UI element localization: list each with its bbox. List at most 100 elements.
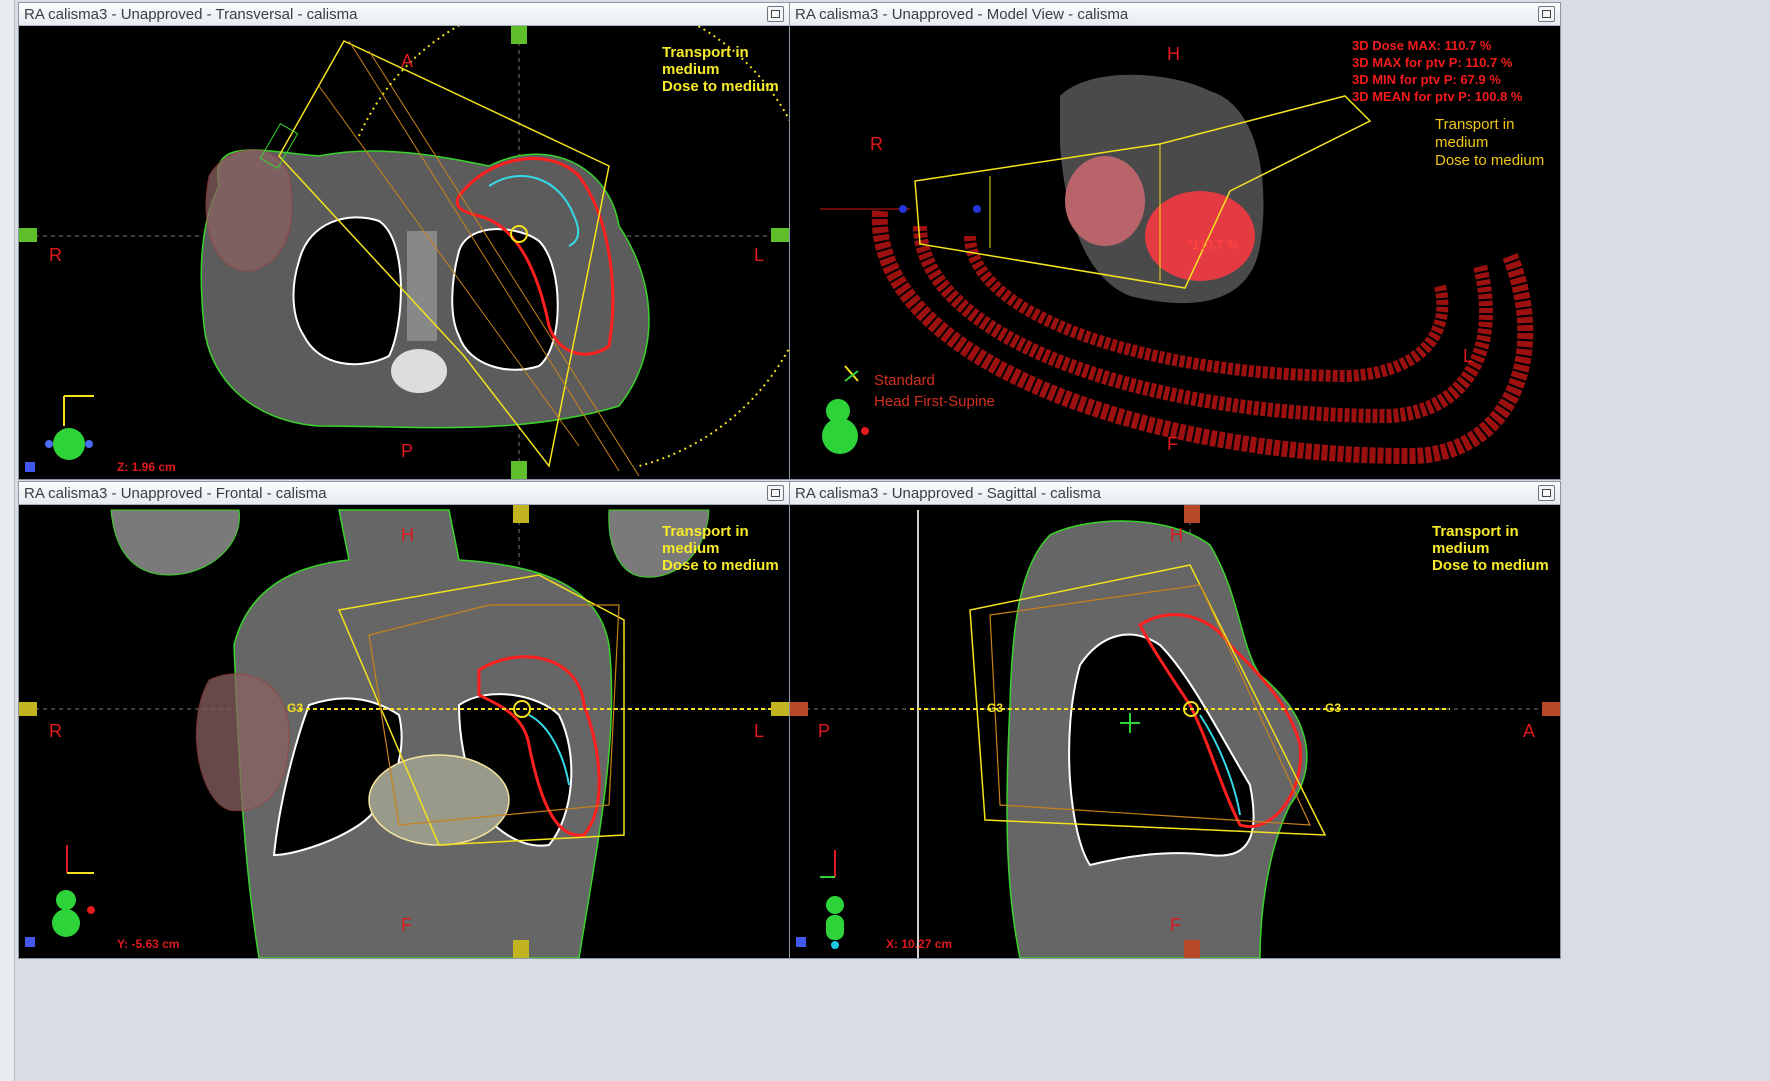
dose-line-1: 3D Dose MAX: 110.7 % xyxy=(1352,38,1492,53)
transversal-pane[interactable]: RA calisma3 - Unapproved - Transversal -… xyxy=(18,2,790,480)
orientation-body xyxy=(826,915,844,940)
dose-calc-info: Transport in medium Dose to medium xyxy=(662,523,779,574)
transversal-maximize-button[interactable] xyxy=(767,6,784,22)
model-view-title: RA calisma3 - Unapproved - Model View - … xyxy=(795,6,1129,23)
info-line-2: medium xyxy=(1432,540,1490,557)
info-line-1: Transport in xyxy=(1432,523,1519,540)
right-breast xyxy=(205,149,293,272)
left-edge-marker[interactable] xyxy=(19,702,37,716)
dose-statistics: 3D Dose MAX: 110.7 % 3D MAX for ptv P: 1… xyxy=(1352,37,1523,105)
slice-coordinate: X: 10.27 cm xyxy=(886,937,953,951)
info-line-2: medium xyxy=(662,61,720,78)
right-edge-marker[interactable] xyxy=(1542,702,1560,716)
orientation-head xyxy=(826,896,844,914)
right-edge-marker[interactable] xyxy=(771,702,789,716)
orientation-line-1: Standard xyxy=(874,372,935,389)
dose-line-4: 3D MEAN for ptv P: 100.8 % xyxy=(1352,89,1523,104)
direction-label-bottom: F xyxy=(401,915,412,935)
left-edge-marker[interactable] xyxy=(19,228,37,242)
info-line-1: Transport in xyxy=(662,523,749,540)
slice-coordinate: Y: -5.63 cm xyxy=(117,937,180,951)
source-point-2 xyxy=(973,205,981,213)
bottom-edge-marker[interactable] xyxy=(511,461,527,479)
transversal-viewport[interactable]: A P R L Z: 1.96 cm Transport in medium Dos… xyxy=(19,26,789,479)
direction-label-left: R xyxy=(870,134,883,154)
model-view-viewport[interactable]: H R L F *110.7 % 3D Dose MAX: 110.7 % 3D… xyxy=(790,26,1560,479)
mediastinum xyxy=(407,231,437,341)
source-point-1 xyxy=(899,205,907,213)
orientation-hand xyxy=(87,906,95,914)
transversal-title: RA calisma3 - Unapproved - Transversal -… xyxy=(24,6,358,23)
frontal-viewport[interactable]: H F R L G3 Y: -5.63 cm Transport in mediu… xyxy=(19,505,789,958)
bottom-edge-marker[interactable] xyxy=(513,940,529,958)
orientation-head xyxy=(56,890,76,910)
model-view-maximize-button[interactable] xyxy=(1538,6,1555,22)
max-dose-marker: *110.7 % xyxy=(1187,237,1240,252)
right-lung xyxy=(292,216,402,366)
view-option-icon[interactable] xyxy=(25,937,35,947)
sagittal-pane[interactable]: RA calisma3 - Unapproved - Sagittal - ca… xyxy=(789,481,1561,959)
orientation-hand-left xyxy=(45,440,53,448)
dose-calc-info: Transport in medium Dose to medium xyxy=(1435,116,1544,170)
patient-orientation: Standard Head First-Supine xyxy=(874,370,995,412)
direction-label-bottom: P xyxy=(401,441,414,461)
sagittal-maximize-button[interactable] xyxy=(1538,485,1555,501)
direction-label-top: A xyxy=(401,51,414,71)
model-view-pane[interactable]: RA calisma3 - Unapproved - Model View - … xyxy=(789,2,1561,480)
info-line-3: Dose to medium xyxy=(1432,557,1549,574)
frontal-maximize-button[interactable] xyxy=(767,485,784,501)
view-option-icon[interactable] xyxy=(796,937,806,947)
vertebra xyxy=(391,349,447,393)
orientation-body xyxy=(52,909,80,937)
direction-label-bottom: F xyxy=(1170,915,1181,935)
info-line-2: medium xyxy=(1435,134,1489,151)
direction-label-top: H xyxy=(1167,44,1180,64)
direction-label-top: H xyxy=(401,525,414,545)
direction-label-right: A xyxy=(1523,721,1536,741)
direction-label-top: H xyxy=(1170,525,1183,545)
info-line-2: medium xyxy=(662,540,720,557)
orientation-foot xyxy=(831,941,839,949)
frontal-titlebar: RA calisma3 - Unapproved - Frontal - cal… xyxy=(19,482,789,505)
dose-calc-info: Transport in medium Dose to medium xyxy=(1432,523,1549,574)
orientation-figure xyxy=(53,428,85,460)
info-line-1: Transport in xyxy=(662,44,749,61)
direction-label-right: L xyxy=(1463,346,1474,366)
sagittal-titlebar: RA calisma3 - Unapproved - Sagittal - ca… xyxy=(790,482,1560,505)
dose-line-2: 3D MAX for ptv P: 110.7 % xyxy=(1352,55,1513,70)
right-edge-marker[interactable] xyxy=(771,228,789,242)
sagittal-viewport[interactable]: H F P A G3 G3 X: 10.27 cm Transport in me… xyxy=(790,505,1560,958)
orientation-body xyxy=(822,418,858,454)
model-view-titlebar: RA calisma3 - Unapproved - Model View - … xyxy=(790,3,1560,26)
left-edge-marker[interactable] xyxy=(790,702,808,716)
left-window-edge xyxy=(0,0,15,1081)
beam-label-left: G3 xyxy=(987,701,1004,715)
view-option-icon[interactable] xyxy=(25,462,35,472)
transversal-titlebar: RA calisma3 - Unapproved - Transversal -… xyxy=(19,3,789,26)
top-edge-marker[interactable] xyxy=(1184,505,1200,523)
orientation-line-2: Head First-Supine xyxy=(874,393,995,410)
slice-coordinate: Z: 1.96 cm xyxy=(117,460,176,474)
orientation-hand-right xyxy=(85,440,93,448)
direction-label-left: P xyxy=(818,721,831,741)
direction-label-right: L xyxy=(754,245,765,265)
frontal-pane[interactable]: RA calisma3 - Unapproved - Frontal - cal… xyxy=(18,481,790,959)
top-edge-marker[interactable] xyxy=(513,505,529,523)
sagittal-title: RA calisma3 - Unapproved - Sagittal - ca… xyxy=(795,485,1101,502)
direction-label-bottom: F xyxy=(1167,434,1178,454)
direction-label-right: L xyxy=(754,721,765,741)
lung-surface xyxy=(1065,156,1145,246)
beam-label-right: G3 xyxy=(1325,701,1342,715)
orientation-hand xyxy=(861,427,869,435)
top-edge-marker[interactable] xyxy=(511,26,527,44)
info-line-1: Transport in xyxy=(1435,116,1515,133)
right-arm xyxy=(110,509,240,576)
direction-label-left: R xyxy=(49,721,62,741)
dose-calc-info: Transport in medium Dose to medium xyxy=(662,44,779,95)
beam-label: G3 xyxy=(287,701,304,715)
info-line-3: Dose to medium xyxy=(662,557,779,574)
dose-line-3: 3D MIN for ptv P: 67.9 % xyxy=(1352,72,1501,87)
info-line-3: Dose to medium xyxy=(1435,152,1545,169)
bottom-edge-marker[interactable] xyxy=(1184,940,1200,958)
frontal-title: RA calisma3 - Unapproved - Frontal - cal… xyxy=(24,485,327,502)
